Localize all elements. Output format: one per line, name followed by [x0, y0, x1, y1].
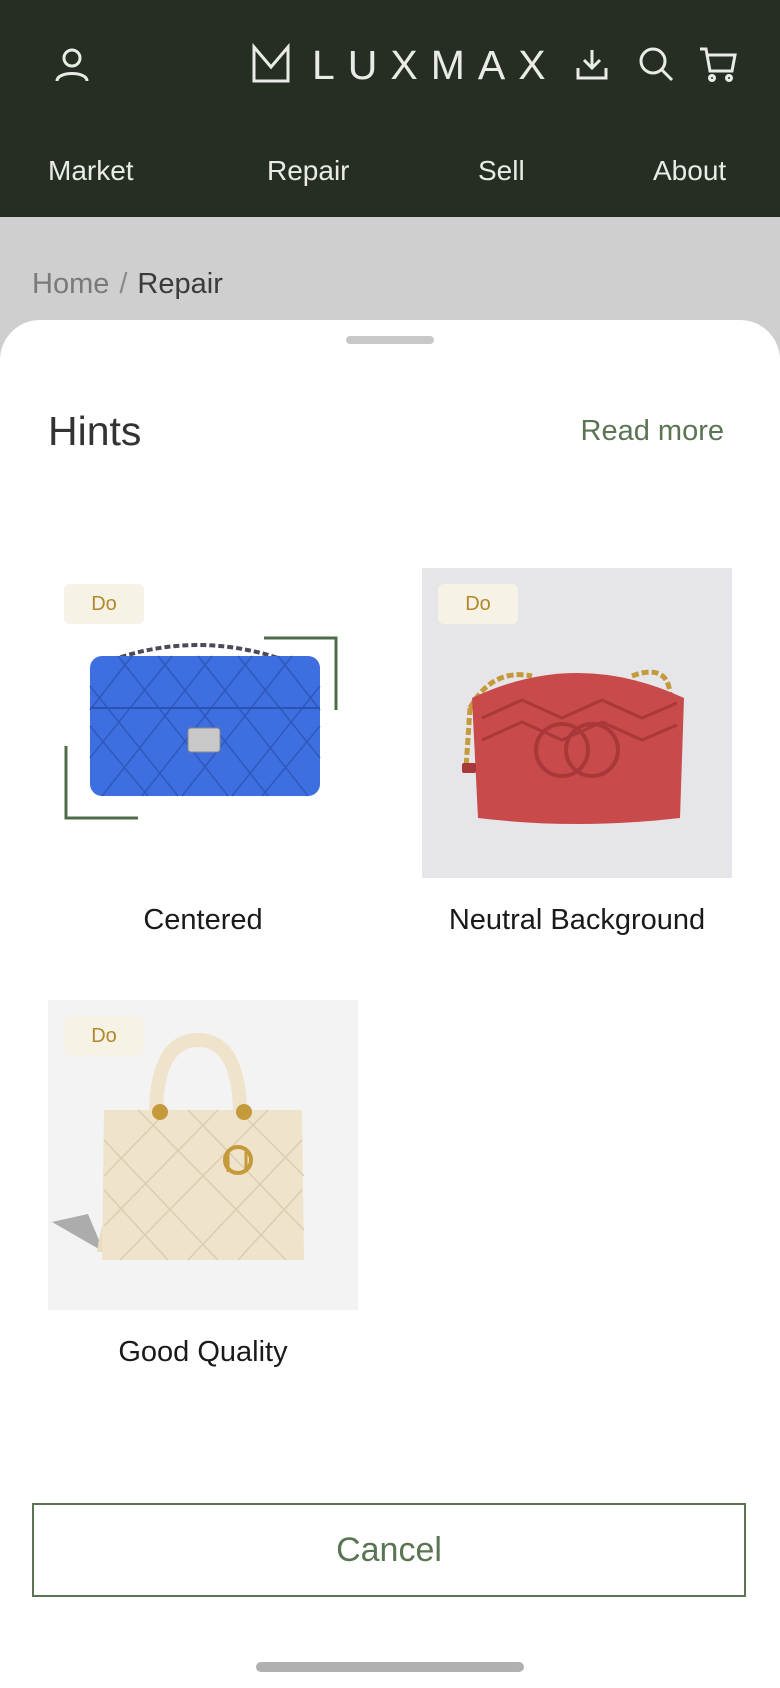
brand-logo[interactable]: LUXMAX — [252, 40, 559, 90]
brand-name: LUXMAX — [312, 41, 559, 88]
cancel-button[interactable]: Cancel — [32, 1503, 746, 1597]
breadcrumb-home[interactable]: Home — [32, 268, 109, 300]
sheet-title: Hints — [48, 408, 142, 454]
hint-image-good-quality: Do — [48, 1000, 358, 1310]
hint-caption: Neutral Background — [448, 904, 706, 936]
hints-sheet: Hints Read more Do Centered Do Neutral B… — [0, 320, 780, 1688]
nav-about[interactable]: About — [653, 155, 726, 187]
cart-icon[interactable] — [694, 40, 742, 88]
search-icon[interactable] — [632, 40, 680, 88]
home-indicator[interactable] — [256, 1662, 524, 1672]
do-badge: Do — [64, 584, 144, 624]
app-header: LUXMAX Market Repair Sell About — [0, 0, 780, 217]
download-icon[interactable] — [568, 40, 616, 88]
hint-card-neutral-background: Do Neutral Background — [422, 568, 732, 937]
sheet-grabber[interactable] — [346, 336, 434, 344]
hint-image-neutral-background: Do — [422, 568, 732, 878]
hint-caption: Centered — [143, 904, 263, 936]
do-badge: Do — [64, 1016, 144, 1056]
logo-icon — [252, 42, 290, 88]
nav-sell[interactable]: Sell — [478, 155, 525, 187]
hint-card-good-quality: Do Good Quality — [48, 1000, 358, 1369]
breadcrumb-separator: / — [119, 268, 128, 300]
do-badge: Do — [438, 584, 518, 624]
nav-repair[interactable]: Repair — [267, 155, 349, 187]
nav-market[interactable]: Market — [48, 155, 134, 187]
hint-caption: Good Quality — [118, 1336, 288, 1368]
hint-image-centered: Do — [48, 568, 358, 878]
read-more-link[interactable]: Read more — [581, 415, 724, 448]
breadcrumb: Home / Repair — [32, 268, 223, 301]
hint-card-centered: Do Centered — [48, 568, 358, 937]
breadcrumb-current: Repair — [137, 268, 223, 300]
user-icon[interactable] — [48, 40, 96, 88]
